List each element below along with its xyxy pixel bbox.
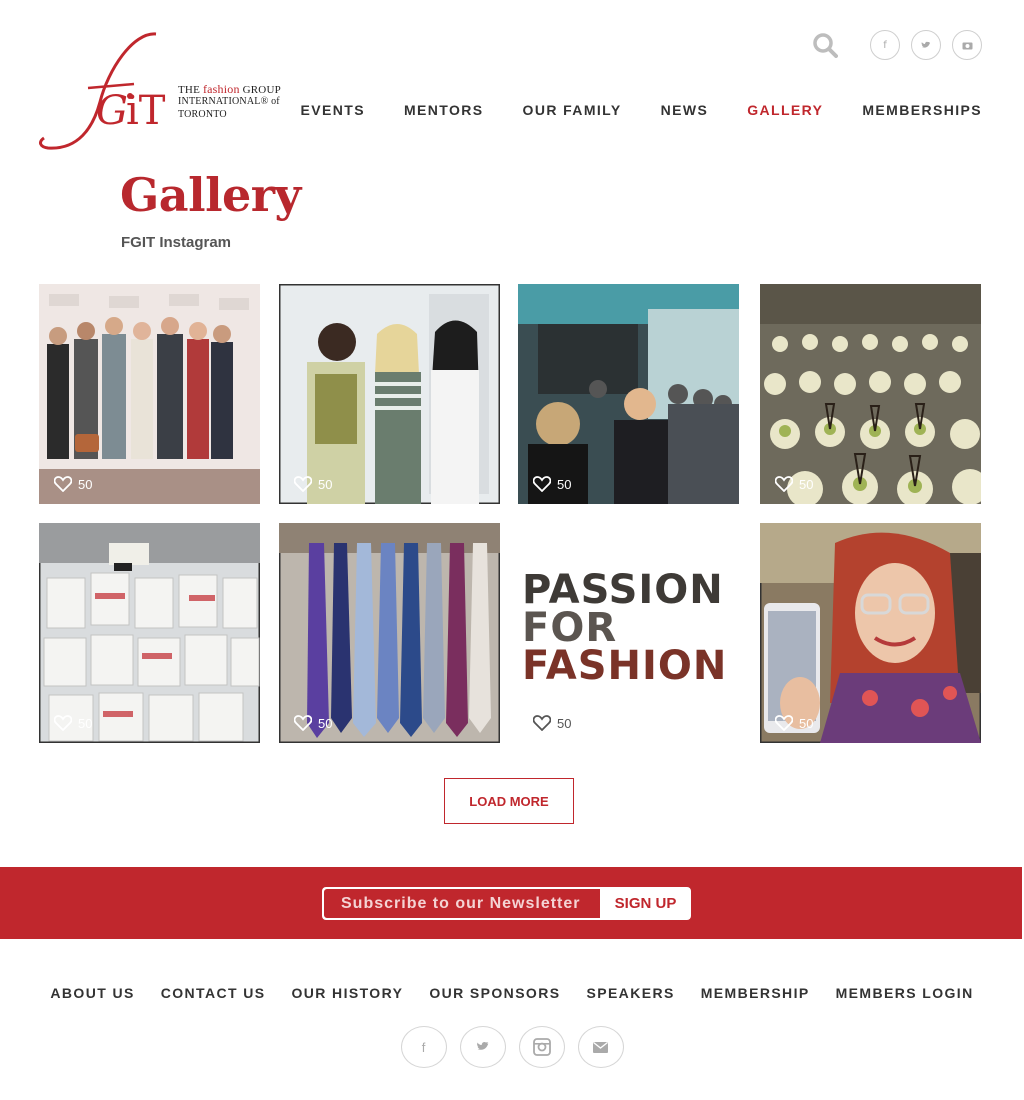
gallery-tile[interactable]: 50 [39, 284, 260, 504]
newsletter-band: Subscribe to our Newsletter SIGN UP [0, 867, 1022, 939]
graphic-line: FOR [522, 605, 618, 651]
logo-line-2: INTERNATIONAL® of [178, 96, 280, 107]
gallery-photo [760, 284, 981, 504]
like-count: 50 [78, 715, 93, 731]
like-counter[interactable]: 50 [294, 476, 332, 492]
logo-line-1: THE fashion GROUP [178, 82, 281, 96]
like-count: 50 [318, 715, 333, 731]
gallery-tile[interactable]: 50 [760, 523, 981, 743]
gallery-tile[interactable]: PASSION FOR FASHION 50 [518, 523, 739, 743]
instagram-icon[interactable] [518, 1026, 565, 1068]
gallery-photo [39, 523, 260, 743]
footer-social-bar: f [0, 1026, 1024, 1068]
gallery-photo [279, 523, 500, 743]
heart-icon [533, 476, 551, 492]
gallery-photo [279, 284, 500, 504]
email-icon[interactable] [577, 1026, 624, 1068]
heart-icon [294, 715, 312, 731]
footer-link-our-history[interactable]: OUR HISTORY [291, 985, 403, 1001]
gallery-photo [39, 284, 260, 504]
svg-text:G: G [96, 88, 128, 134]
like-count: 50 [557, 715, 572, 731]
heart-icon [775, 476, 793, 492]
gallery-photo [518, 284, 739, 504]
site-header: G iT THE fashion GROUP INTERNATIONAL® of… [0, 0, 1024, 160]
main-nav: EVENTS MENTORS OUR FAMILY NEWS GALLERY M… [301, 102, 982, 118]
graphic-line: FASHION [522, 643, 728, 689]
footer-link-our-sponsors[interactable]: OUR SPONSORS [429, 985, 560, 1001]
page-title: Gallery [120, 168, 301, 222]
heart-icon [54, 715, 72, 731]
facebook-icon[interactable]: f [400, 1026, 447, 1068]
newsletter-email-input[interactable]: Subscribe to our Newsletter [323, 888, 601, 919]
like-count: 50 [78, 476, 93, 492]
nav-memberships[interactable]: MEMBERSHIPS [862, 102, 982, 118]
facebook-icon[interactable]: f [870, 30, 900, 60]
logo-line-3: TORONTO [178, 109, 227, 120]
footer-nav: ABOUT US CONTACT US OUR HISTORY OUR SPON… [0, 985, 1024, 1001]
like-count: 50 [799, 476, 814, 492]
footer-link-speakers[interactable]: SPEAKERS [586, 985, 674, 1001]
page-subtitle: FGIT Instagram [121, 234, 232, 251]
search-icon[interactable] [810, 30, 840, 60]
gallery-tile[interactable]: 50 [39, 523, 260, 743]
like-counter[interactable]: 50 [294, 715, 332, 731]
camera-icon[interactable] [952, 30, 982, 60]
footer-link-members-login[interactable]: MEMBERS LOGIN [836, 985, 974, 1001]
like-counter[interactable]: 50 [54, 715, 92, 731]
nav-news[interactable]: NEWS [661, 102, 709, 118]
like-counter[interactable]: 50 [775, 715, 813, 731]
like-count: 50 [318, 476, 333, 492]
nav-our-family[interactable]: OUR FAMILY [523, 102, 622, 118]
heart-icon [294, 476, 312, 492]
like-counter[interactable]: 50 [54, 476, 92, 492]
like-count: 50 [557, 476, 572, 492]
header-social-bar: f [810, 30, 982, 60]
like-counter[interactable]: 50 [533, 476, 571, 492]
like-count: 50 [799, 715, 814, 731]
footer-link-membership[interactable]: MEMBERSHIP [701, 985, 810, 1001]
twitter-icon[interactable] [911, 30, 941, 60]
graphic-line: PASSION [522, 567, 724, 613]
like-counter[interactable]: 50 [533, 715, 571, 731]
gallery-photo [760, 523, 981, 743]
gallery-tile[interactable]: 50 [518, 284, 739, 504]
footer-link-about-us[interactable]: ABOUT US [50, 985, 134, 1001]
like-counter[interactable]: 50 [775, 476, 813, 492]
twitter-icon[interactable] [459, 1026, 506, 1068]
heart-icon [533, 715, 551, 731]
gallery-tile[interactable]: 50 [279, 523, 500, 743]
nav-events[interactable]: EVENTS [301, 102, 365, 118]
fgit-logo[interactable]: G iT THE fashion GROUP INTERNATIONAL® of… [38, 30, 281, 155]
footer-link-contact-us[interactable]: CONTACT US [161, 985, 266, 1001]
signup-button[interactable]: SIGN UP [601, 888, 690, 919]
gallery-tile[interactable]: 50 [760, 284, 981, 504]
heart-icon [54, 476, 72, 492]
heart-icon [775, 715, 793, 731]
passion-for-fashion-graphic: PASSION FOR FASHION [522, 567, 736, 689]
gallery-tile[interactable]: 50 [279, 284, 500, 504]
nav-mentors[interactable]: MENTORS [404, 102, 484, 118]
newsletter-form: Subscribe to our Newsletter SIGN UP [322, 887, 691, 920]
nav-gallery[interactable]: GALLERY [747, 102, 823, 118]
load-more-button[interactable]: LOAD MORE [444, 778, 574, 824]
